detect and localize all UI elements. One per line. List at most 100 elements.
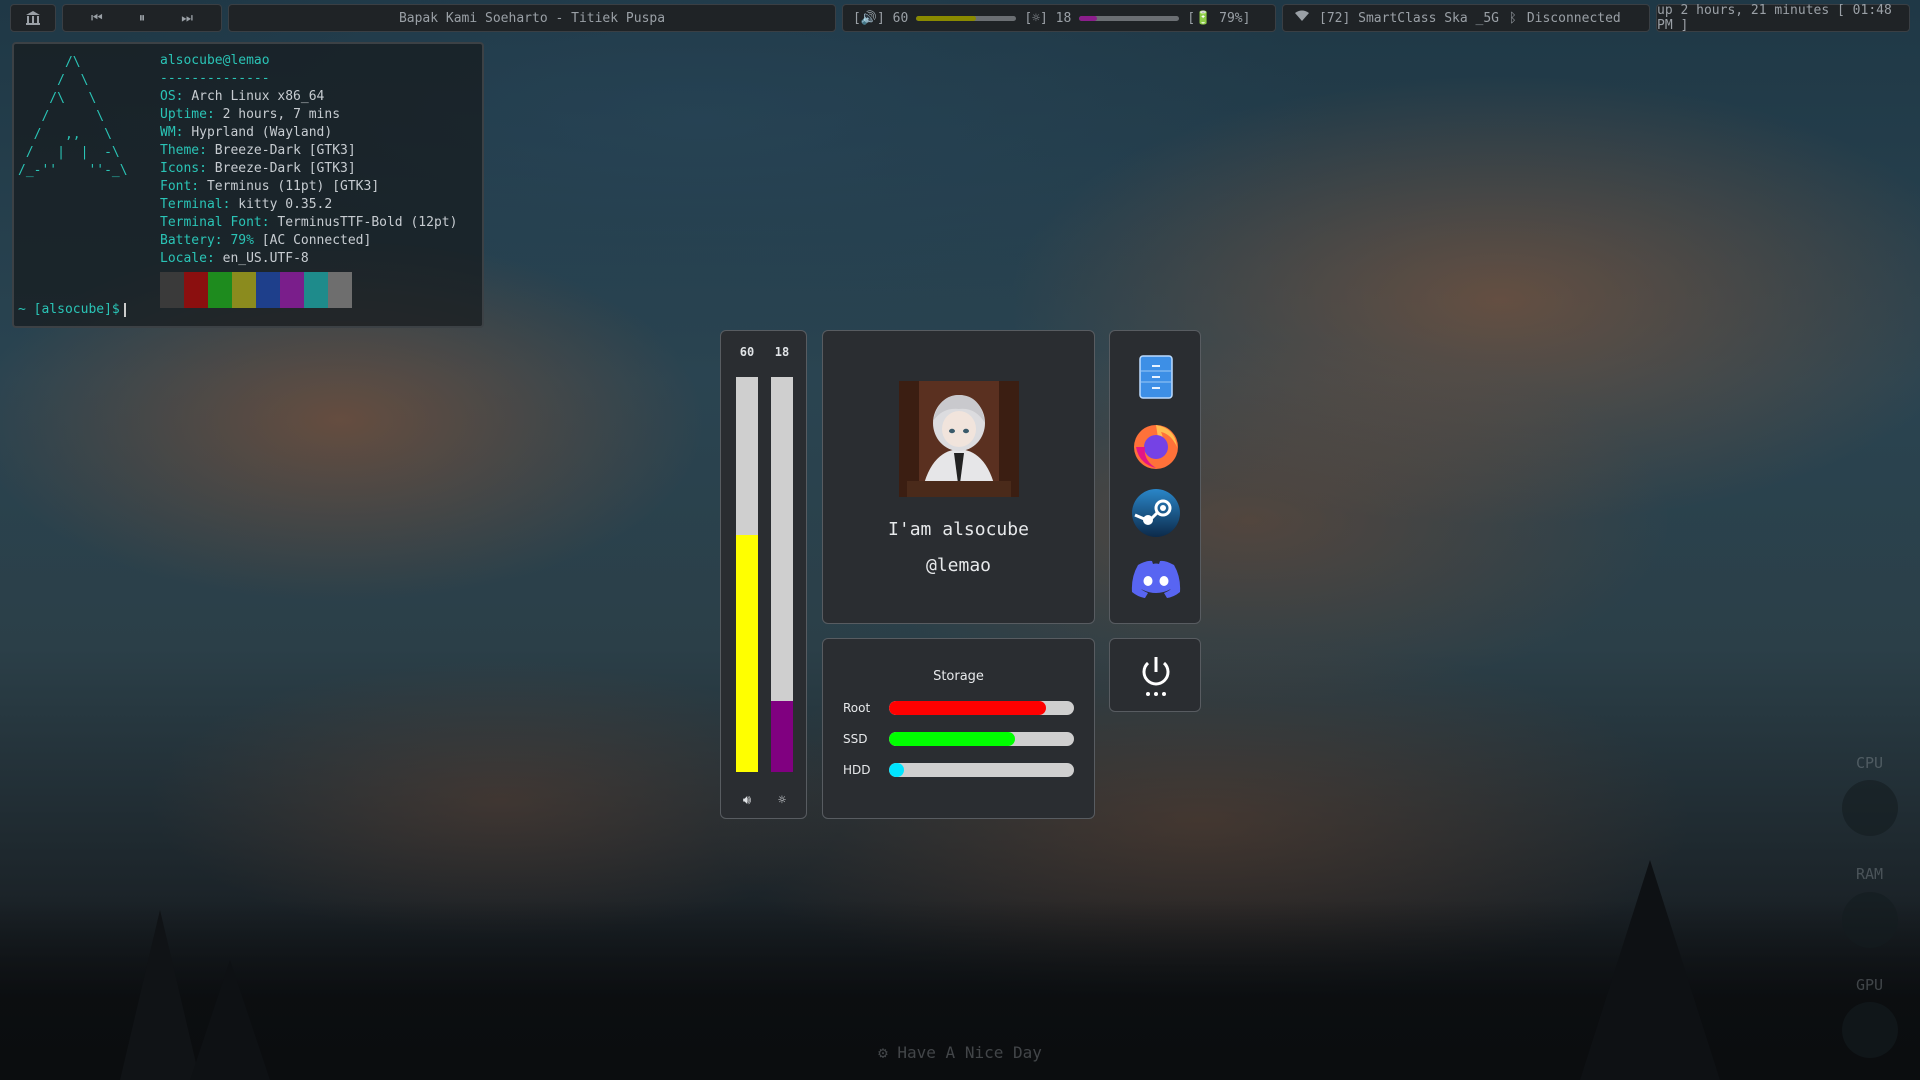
storage-bar-fill <box>889 763 904 777</box>
discord-button[interactable] <box>1130 553 1182 605</box>
fetch-value: kitty 0.35.2 <box>238 197 333 212</box>
fetch-line: Battery: 79% [AC Connected] <box>160 232 457 250</box>
sun-icon[interactable]: ☼ <box>770 793 794 808</box>
pause-icon[interactable]: ⏸ <box>139 11 146 26</box>
skip-next-icon[interactable]: ⏭ <box>181 11 193 26</box>
cpu-gauge <box>1842 780 1898 836</box>
volume-minibar[interactable] <box>916 15 1017 21</box>
storage-label: SSD <box>843 732 868 746</box>
profile-card: I'am alsocube @lemao <box>822 330 1095 624</box>
brightness-slider[interactable] <box>771 377 793 772</box>
palette-swatch <box>256 272 280 308</box>
fetch-separator: -------------- <box>160 71 270 86</box>
battery-label: [🔋 79%] <box>1187 10 1251 26</box>
fetch-key: Battery: <box>160 233 231 248</box>
steam-button[interactable] <box>1130 487 1182 539</box>
power-icon <box>1142 657 1170 696</box>
palette-swatch <box>304 272 328 308</box>
wifi-icon[interactable] <box>1295 10 1309 26</box>
fetch-key: Theme: <box>160 143 215 158</box>
text-cursor <box>123 302 126 317</box>
speaker-icon[interactable]: 🔊︎ <box>735 793 759 808</box>
fetch-value: Breeze-Dark [GTK3] <box>214 161 356 176</box>
volume-label: [🔊] 60 <box>853 10 909 26</box>
top-bar: ⏮ ⏸ ⏭ Bapak Kami Soeharto - Titiek Puspa… <box>10 3 1910 33</box>
fetch-line: Uptime: 2 hours, 7 mins <box>160 106 457 124</box>
app-launcher-panel <box>1109 330 1201 624</box>
fetch-line: WM: Hyprland (Wayland) <box>160 124 457 142</box>
fetch-key: Font: <box>160 179 207 194</box>
wallpaper-spike <box>190 960 270 1080</box>
bluetooth-label[interactable]: Disconnected <box>1527 11 1621 26</box>
network-status: [72] SmartClass Ska _5G ᛒ Disconnected <box>1282 4 1650 32</box>
fetch-line: Locale: en_US.UTF-8 <box>160 250 457 268</box>
fetch-header: alsocube@lemao <box>160 53 270 68</box>
fetch-key: Terminal Font: <box>160 215 278 230</box>
fetch-value: Arch Linux x86_64 <box>191 89 325 104</box>
fetch-line: Font: Terminus (11pt) [GTK3] <box>160 178 457 196</box>
fetch-value: Hyprland (Wayland) <box>191 125 333 140</box>
profile-handle: @lemao <box>925 555 992 576</box>
fetch-line: Terminal: kitty 0.35.2 <box>160 196 457 214</box>
avatar <box>899 381 1019 497</box>
color-palette <box>160 272 457 308</box>
skip-previous-icon[interactable]: ⏮ <box>91 11 103 26</box>
palette-swatch <box>184 272 208 308</box>
fetch-line: Icons: Breeze-Dark [GTK3] <box>160 160 457 178</box>
fetch-key: WM: <box>160 125 192 140</box>
fetch-key: Icons: <box>160 161 215 176</box>
uptime-clock[interactable]: up 2 hours, 21 minutes [ 01:48 PM ] <box>1656 3 1910 33</box>
power-menu-button[interactable] <box>1109 638 1201 712</box>
storage-label: Root <box>843 701 871 715</box>
profile-name: I'am alsocube <box>888 519 1029 540</box>
wifi-label[interactable]: [72] SmartClass Ska _5G <box>1319 11 1499 26</box>
ram-label: RAM <box>1856 865 1884 883</box>
fetch-value: Breeze-Dark [GTK3] <box>214 143 356 158</box>
storage-row-ssd: SSD <box>843 732 1074 746</box>
volume-slider-fill <box>736 535 758 772</box>
discord-icon <box>1131 560 1181 598</box>
brightness-value: 18 <box>774 345 790 359</box>
fetch-line: Theme: Breeze-Dark [GTK3] <box>160 142 457 160</box>
volume-brightness-panel: 60 18 🔊︎ ☼ <box>720 330 807 819</box>
storage-bar-hdd <box>889 763 1074 777</box>
fetch-value: 2 hours, 7 mins <box>222 107 341 122</box>
fetch-key: Locale: <box>160 251 223 266</box>
fetch-key: Terminal: <box>160 197 239 212</box>
media-controls: ⏮ ⏸ ⏭ <box>62 4 222 32</box>
shell-prompt[interactable]: ~ [alsocube]$ <box>18 302 126 317</box>
fetch-value: Terminus (11pt) [GTK3] <box>206 179 380 194</box>
fetch-info: alsocube@lemao -------------- OS: Arch L… <box>160 52 457 308</box>
bluetooth-icon[interactable]: ᛒ <box>1509 11 1517 26</box>
storage-bar-fill <box>889 732 1015 746</box>
gpu-label: GPU <box>1856 976 1884 994</box>
storage-bar-ssd <box>889 732 1074 746</box>
palette-swatch <box>280 272 304 308</box>
brightness-minibar-fill <box>1079 15 1098 21</box>
launcher-button[interactable] <box>10 4 56 32</box>
file-manager-button[interactable] <box>1130 351 1182 403</box>
storage-title: Storage <box>933 669 984 684</box>
fetch-value: en_US.UTF-8 <box>222 251 309 266</box>
fetch-line: OS: Arch Linux x86_64 <box>160 88 457 106</box>
fetch-lines: OS: Arch Linux x86_64 Uptime: 2 hours, 7 … <box>160 88 457 268</box>
firefox-button[interactable] <box>1130 419 1182 471</box>
gear-icon: ⚙ <box>878 1043 888 1062</box>
brightness-minibar[interactable] <box>1079 15 1180 21</box>
volume-slider[interactable] <box>736 377 758 772</box>
firefox-icon <box>1134 425 1178 469</box>
volume-minibar-fill <box>916 15 977 21</box>
palette-swatch <box>160 272 184 308</box>
now-playing[interactable]: Bapak Kami Soeharto - Titiek Puspa <box>228 4 836 32</box>
storage-row-root: Root <box>843 701 1074 715</box>
arch-ascii-logo: /\ / \ /\ \ / \ / ,, \ / | | -\ /_-'' ''… <box>18 55 128 178</box>
audio-brightness-battery: [🔊] 60 [☼] 18 [🔋 79%] <box>842 4 1276 32</box>
steam-icon <box>1132 489 1180 537</box>
storage-card: Storage Root SSD HDD <box>822 638 1095 819</box>
palette-swatch <box>328 272 352 308</box>
terminal-window[interactable]: /\ / \ /\ \ / \ / ,, \ / | | -\ /_-'' ''… <box>12 42 484 328</box>
greeting-message: ⚙ Have A Nice Day <box>878 1043 1042 1062</box>
fetch-value: TerminusTTF-Bold (12pt) <box>277 215 458 230</box>
storage-row-hdd: HDD <box>843 763 1074 777</box>
ram-gauge <box>1842 892 1898 948</box>
